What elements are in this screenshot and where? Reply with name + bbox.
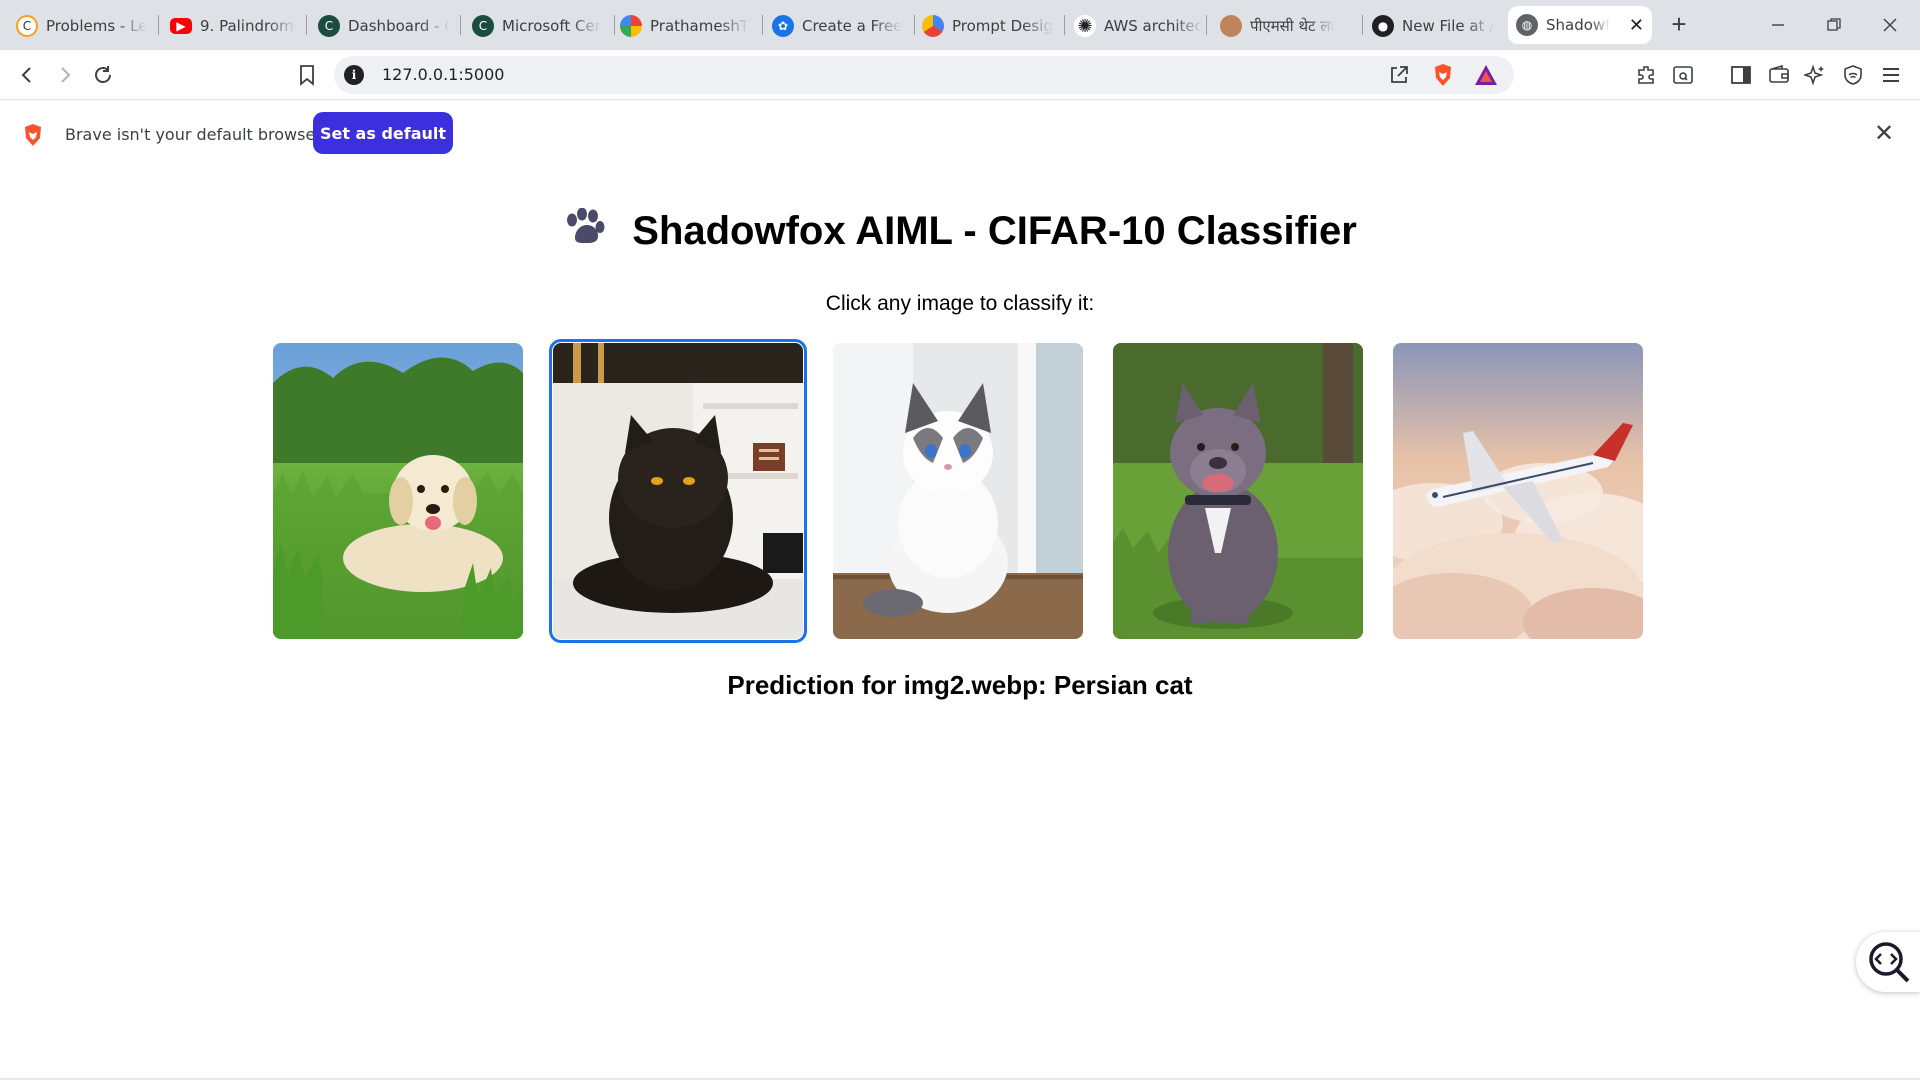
side-search-widget[interactable] bbox=[1856, 932, 1920, 992]
openai-icon: ✺ bbox=[1074, 15, 1096, 37]
brave-shields-icon[interactable] bbox=[1432, 63, 1454, 92]
menu-icon[interactable] bbox=[1876, 60, 1906, 90]
bookmark-icon[interactable] bbox=[292, 60, 322, 90]
image-thumbnail-ragdoll-cat[interactable] bbox=[833, 343, 1083, 639]
set-as-default-button[interactable]: Set as default bbox=[313, 112, 453, 154]
image-gallery bbox=[273, 339, 1649, 643]
youtube-icon: ▶ bbox=[170, 18, 192, 34]
tab-label: Create a Free bbox=[802, 17, 903, 35]
tab-shadowfox[interactable]: ◍ Shadowf ✕ bbox=[1508, 6, 1652, 44]
tab-microsoft-cert[interactable]: C Microsoft Cer bbox=[464, 8, 612, 44]
forward-icon[interactable] bbox=[50, 60, 80, 90]
colorful-logo-icon bbox=[620, 15, 642, 37]
figma-icon: ✿ bbox=[772, 15, 794, 37]
image-thumbnail-persian-cat[interactable] bbox=[549, 339, 807, 643]
sidebar-icon[interactable] bbox=[1726, 60, 1756, 90]
tab-pmc[interactable]: पीएमसी थेट ला bbox=[1212, 8, 1362, 44]
close-window-button[interactable] bbox=[1870, 8, 1910, 42]
tab-new-file[interactable]: ● New File at / bbox=[1364, 8, 1512, 44]
tab-create-free[interactable]: ✿ Create a Free bbox=[764, 8, 914, 44]
search-icon bbox=[1869, 942, 1910, 983]
image-thumbnail-pitbull[interactable] bbox=[1113, 343, 1363, 639]
wallet-icon[interactable] bbox=[1764, 60, 1794, 90]
tab-label: पीएमसी थेट ला bbox=[1250, 17, 1335, 35]
tab-palindrome[interactable]: ▶ 9. Palindrome bbox=[162, 8, 304, 44]
tab-label: Shadowf bbox=[1546, 16, 1611, 34]
new-tab-button[interactable]: + bbox=[1664, 10, 1694, 40]
address-bar[interactable]: i 127.0.0.1:5000 bbox=[334, 56, 1514, 94]
tab-strip: C Problems - Le ▶ 9. Palindrome C Dashbo… bbox=[0, 0, 1920, 50]
github-icon: ● bbox=[1372, 15, 1394, 37]
image-thumbnail-puppy[interactable] bbox=[273, 343, 523, 639]
globe-icon: ◍ bbox=[1516, 14, 1538, 36]
tab-label: Prompt Desig bbox=[952, 17, 1053, 35]
chegg-icon: C bbox=[472, 15, 494, 37]
close-tab-icon[interactable]: ✕ bbox=[1623, 15, 1644, 36]
tab-aws-architect[interactable]: ✺ AWS architec bbox=[1066, 8, 1216, 44]
reader-mode-icon[interactable] bbox=[1668, 60, 1698, 90]
google-ai-icon bbox=[922, 15, 944, 37]
minimize-button[interactable] bbox=[1758, 8, 1798, 42]
restore-button[interactable] bbox=[1814, 8, 1854, 42]
tab-label: 9. Palindrome bbox=[200, 17, 296, 35]
vpn-shield-icon[interactable] bbox=[1838, 60, 1868, 90]
tab-label: AWS architec bbox=[1104, 17, 1203, 35]
paw-icon bbox=[567, 208, 605, 244]
url-text: 127.0.0.1:5000 bbox=[382, 65, 505, 84]
prediction-result: Prediction for img2.webp: Persian cat bbox=[727, 670, 1193, 700]
tab-label: Microsoft Cer bbox=[502, 17, 601, 35]
leo-ai-icon[interactable] bbox=[1800, 60, 1830, 90]
tab-label: New File at / bbox=[1402, 17, 1495, 35]
share-icon[interactable] bbox=[1388, 64, 1410, 91]
avatar-icon bbox=[1220, 15, 1242, 37]
leetcode-icon: C bbox=[16, 15, 38, 37]
brave-logo-icon bbox=[25, 124, 41, 146]
extensions-icon[interactable] bbox=[1632, 60, 1662, 90]
tab-prompt-design[interactable]: Prompt Desig bbox=[914, 8, 1064, 44]
tab-dashboard[interactable]: C Dashboard - C bbox=[310, 8, 458, 44]
brave-rewards-icon[interactable] bbox=[1474, 64, 1498, 91]
tab-prathamesh[interactable]: PrathameshT bbox=[612, 8, 762, 44]
default-browser-infobar: Brave isn't your default browser Set as … bbox=[0, 101, 1920, 165]
image-thumbnail-airplane[interactable] bbox=[1393, 343, 1643, 639]
tab-problems[interactable]: C Problems - Le bbox=[8, 8, 156, 44]
tab-label: Problems - Le bbox=[46, 17, 148, 35]
infobar-message: Brave isn't your default browser bbox=[65, 125, 322, 144]
reload-icon[interactable] bbox=[88, 60, 118, 90]
site-info-icon[interactable]: i bbox=[344, 65, 364, 85]
close-icon[interactable]: ✕ bbox=[1874, 119, 1894, 148]
tab-label: PrathameshT bbox=[650, 17, 750, 35]
page-title-text: Shadowfox AIML - CIFAR-10 Classifier bbox=[632, 209, 1357, 253]
back-icon[interactable] bbox=[12, 60, 42, 90]
tab-label: Dashboard - C bbox=[348, 17, 450, 35]
page-title: Shadowfox AIML - CIFAR-10 Classifier bbox=[0, 208, 1920, 254]
chegg-icon: C bbox=[318, 15, 340, 37]
browser-toolbar: i 127.0.0.1:5000 bbox=[0, 50, 1920, 100]
instruction-text: Click any image to classify it: bbox=[825, 292, 1095, 315]
